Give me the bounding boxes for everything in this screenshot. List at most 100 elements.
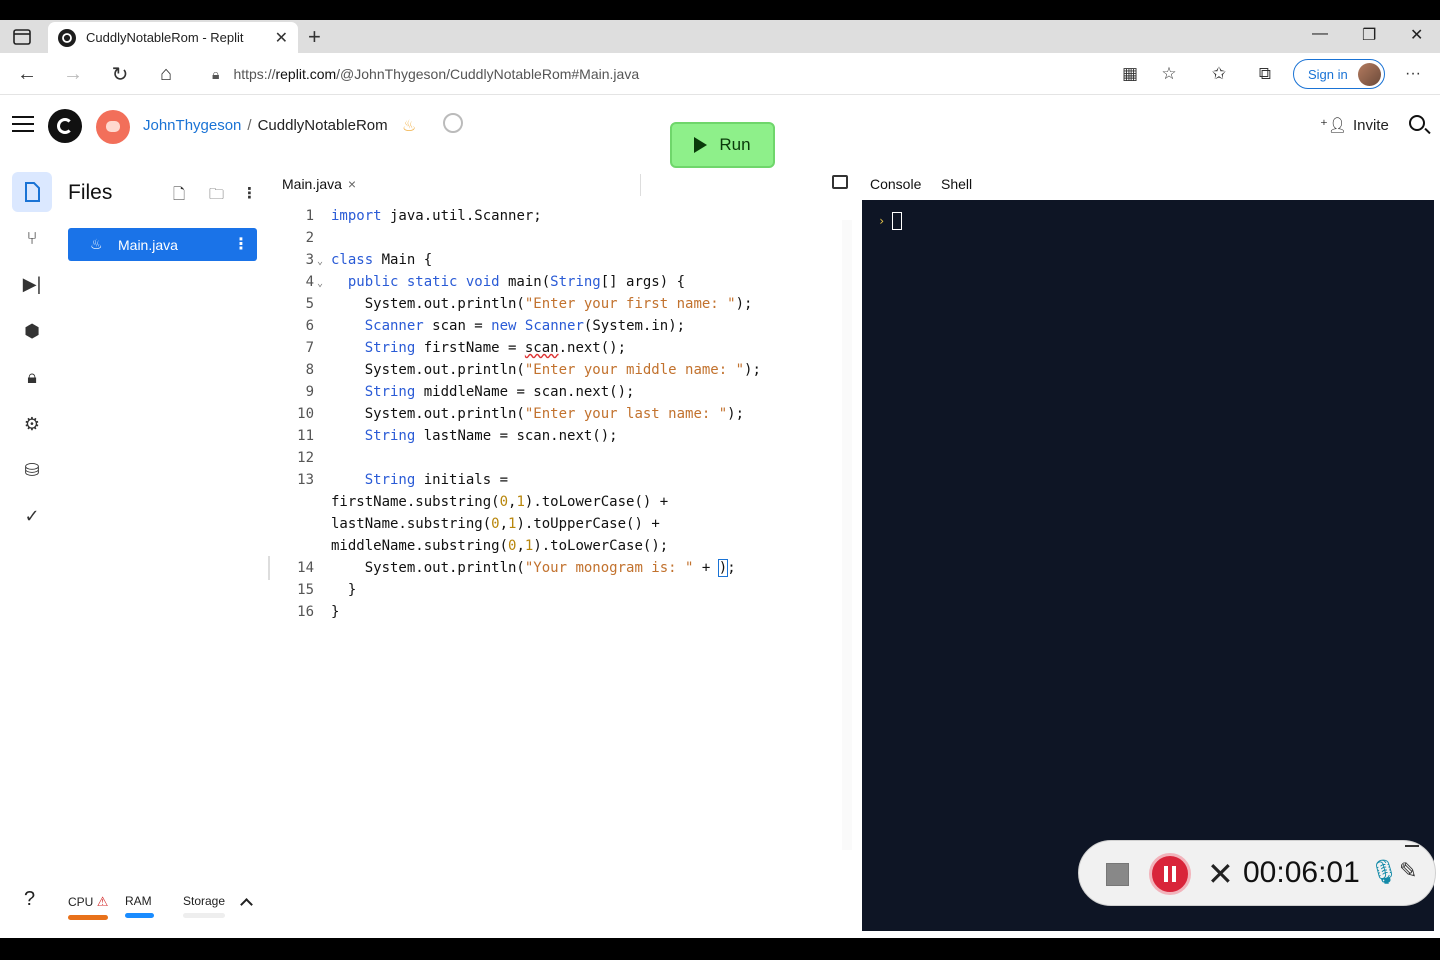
code-line: System.out.println("Enter your middle na… (331, 362, 761, 378)
unit-tests-check-icon[interactable]: ✓ (12, 496, 52, 536)
code-line: System.out.println("Your monogram is: " … (331, 559, 736, 577)
close-window-icon[interactable]: ✕ (1410, 25, 1423, 45)
line-number: 1 (305, 208, 314, 224)
ram-meter[interactable]: RAM (125, 894, 154, 918)
cpu-label: CPU (68, 895, 94, 909)
cancel-recording-icon[interactable]: ✕ (1207, 855, 1234, 893)
code-editor[interactable]: 1 2 3 4 5 6 7 8 9 10 11 12 13 14 15 16 ⌄… (270, 204, 850, 844)
expand-caret-icon[interactable] (240, 898, 253, 911)
run-button[interactable]: Run (670, 122, 775, 168)
line-number: 15 (297, 582, 314, 598)
tool-rail: ⑂ ▶| ⬢ 🔒︎ ⚙ ⛁ ✓ (0, 170, 64, 938)
more-menu-icon[interactable]: ··· (1400, 61, 1426, 87)
breadcrumb-repl-name[interactable]: CuddlyNotableRom (258, 117, 388, 134)
recording-timer: 00:06:01 (1243, 856, 1360, 889)
console-prompt: › (878, 214, 886, 228)
console-panel-icon (832, 175, 848, 189)
address-bar[interactable]: 🔒︎ https://replit.com/@JohnThygeson/Cudd… (200, 59, 1080, 89)
breadcrumb-separator: / (247, 117, 252, 134)
new-folder-icon[interactable]: 🗀 (209, 184, 224, 209)
add-favorite-icon[interactable]: ☆ (1156, 61, 1182, 87)
code-line: String lastName = scan.next(); (364, 428, 618, 444)
new-file-icon[interactable]: 🗋 (173, 184, 185, 209)
pen-icon[interactable]: ✎ (1399, 858, 1417, 884)
home-icon[interactable]: ⌂ (153, 61, 179, 87)
favorites-icon[interactable]: ✩ (1206, 61, 1232, 87)
browser-window: CuddlyNotableRom - Replit ✕ + — ❐ ✕ ← → … (0, 20, 1440, 938)
browser-tab[interactable]: CuddlyNotableRom - Replit ✕ (48, 22, 298, 53)
minimize-recorder-icon[interactable] (1405, 845, 1419, 847)
replit-logo[interactable] (48, 109, 82, 143)
code-line: public static void main(String[] args) { (347, 274, 686, 290)
line-number: 11 (297, 428, 314, 444)
back-icon[interactable]: ← (14, 61, 40, 87)
code-line: String initials = (364, 472, 509, 488)
code-line: } (331, 604, 340, 620)
refresh-icon[interactable]: ↻ (107, 61, 133, 87)
tab-strip: CuddlyNotableRom - Replit ✕ + — ❐ ✕ (0, 20, 1440, 53)
database-icon[interactable]: ⛁ (12, 450, 52, 490)
search-icon[interactable] (1409, 115, 1425, 131)
console-cursor (892, 212, 902, 230)
breadcrumb: JohnThygeson / CuddlyNotableRom (143, 117, 388, 134)
warning-icon: ⚠ (96, 894, 109, 909)
microphone-icon[interactable]: 🎙︎ (1369, 858, 1399, 887)
debugger-icon[interactable]: ▶| (12, 264, 52, 304)
files-title: Files (68, 181, 113, 204)
code-line: class Main { (331, 252, 433, 268)
cpu-meter[interactable]: CPU ⚠ (68, 894, 108, 920)
editor-scrollbar[interactable] (842, 220, 852, 850)
invite-button[interactable]: ⁺👤︎ Invite (1320, 116, 1389, 134)
tab-shell[interactable]: Shell (941, 176, 972, 192)
settings-gear-icon[interactable]: ⚙ (12, 404, 52, 444)
sign-in-button[interactable]: Sign in (1293, 59, 1385, 89)
minimize-icon[interactable]: — (1312, 25, 1328, 43)
line-number: 10 (297, 406, 314, 422)
pause-recording-button[interactable] (1149, 853, 1191, 895)
line-number: 3 (305, 252, 314, 268)
tab-console[interactable]: Console (870, 176, 921, 192)
console-output[interactable]: › (862, 200, 1434, 931)
new-tab-icon[interactable]: + (308, 24, 321, 50)
storage-label: Storage (183, 894, 226, 908)
java-file-icon: ♨ (90, 236, 103, 252)
menu-icon[interactable] (12, 116, 34, 132)
close-tab-icon[interactable]: ✕ (275, 28, 288, 48)
close-editor-tab-icon[interactable]: × (348, 176, 356, 192)
cpu-bar (68, 915, 108, 920)
collections-icon[interactable]: ⧉ (1252, 61, 1278, 87)
fold-chevron-icon[interactable]: ⌄ (317, 278, 323, 289)
sign-in-label: Sign in (1308, 66, 1348, 82)
fold-chevron-icon[interactable]: ⌄ (317, 256, 323, 267)
line-number: 5 (305, 296, 314, 312)
browser-toolbar: ← → ↻ ⌂ 🔒︎ https://replit.com/@JohnThyge… (0, 53, 1440, 95)
code-line: String middleName = scan.next(); (364, 384, 635, 400)
forward-icon[interactable]: → (60, 61, 86, 87)
code-line: System.out.println("Enter your last name… (331, 406, 745, 422)
packages-icon[interactable]: ⬢ (12, 311, 52, 351)
editor-tab[interactable]: Main.java × (282, 176, 356, 192)
tab-actions-icon[interactable] (10, 27, 36, 47)
help-icon[interactable]: ? (24, 888, 35, 911)
panel-resize-handle[interactable] (268, 556, 270, 580)
ram-bar (125, 913, 154, 918)
files-tool-icon[interactable] (12, 172, 52, 212)
storage-meter[interactable]: Storage (183, 894, 225, 918)
line-number: 2 (305, 230, 314, 246)
user-avatar[interactable] (96, 110, 130, 144)
file-item[interactable]: ♨ Main.java ⋮ (68, 228, 257, 261)
line-number: 4 (305, 274, 314, 290)
breadcrumb-user[interactable]: JohnThygeson (143, 117, 241, 134)
version-control-icon[interactable]: ⑂ (12, 218, 52, 258)
line-number: 9 (305, 384, 314, 400)
history-icon[interactable] (443, 113, 463, 133)
files-menu-icon[interactable]: ⋮ (242, 184, 257, 202)
secrets-lock-icon[interactable]: 🔒︎ (12, 357, 52, 397)
code-line: firstName.substring(0,1).toLowerCase() + (331, 494, 669, 510)
file-menu-icon[interactable]: ⋮ (233, 234, 249, 254)
stop-recording-button[interactable] (1106, 863, 1129, 886)
storage-bar (183, 913, 225, 918)
line-number: 14 (297, 560, 314, 576)
apps-icon[interactable]: ▦ (1117, 61, 1143, 87)
restore-icon[interactable]: ❐ (1362, 25, 1376, 45)
